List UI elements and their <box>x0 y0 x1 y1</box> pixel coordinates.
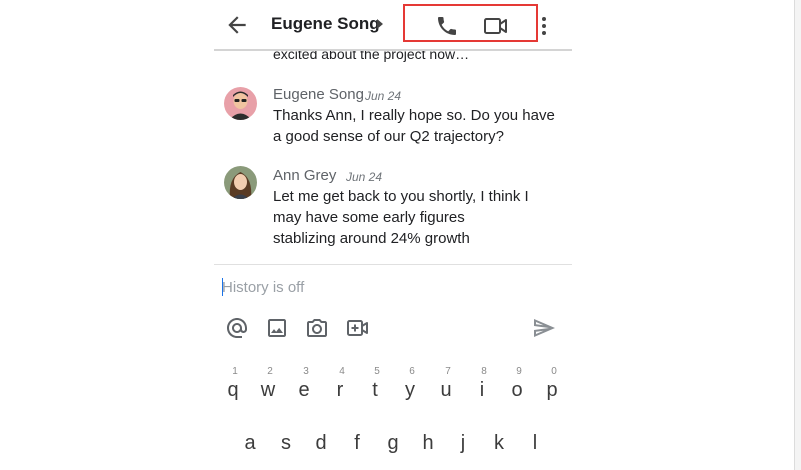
keyboard-key[interactable]: d <box>306 432 336 455</box>
avatar-ann[interactable] <box>224 166 257 199</box>
message-date: Jun 24 <box>346 170 383 184</box>
keyboard-key[interactable]: h <box>413 432 443 455</box>
key-number-hint: 8 <box>481 366 487 377</box>
keyboard-key[interactable]: i <box>467 379 497 402</box>
key-letter: k <box>494 432 504 454</box>
more-options-button[interactable] <box>538 13 550 39</box>
keyboard-key[interactable]: g <box>378 432 408 455</box>
message-sender: Eugene Song <box>273 86 364 103</box>
mention-button[interactable] <box>225 316 249 340</box>
key-letter: a <box>244 432 256 454</box>
keyboard-key[interactable]: k <box>484 432 514 455</box>
call-actions-highlight <box>403 4 538 42</box>
key-letter: r <box>336 379 344 401</box>
key-number-hint: 7 <box>445 366 451 377</box>
key-number-hint: 6 <box>409 366 415 377</box>
key-letter: e <box>298 379 310 401</box>
phone-icon <box>438 17 456 35</box>
send-icon <box>534 319 555 337</box>
key-letter: g <box>387 432 399 454</box>
keyboard-key[interactable]: u <box>431 379 461 402</box>
camera-button[interactable] <box>305 316 329 340</box>
at-mention-icon <box>227 318 247 338</box>
camera-icon <box>307 319 327 337</box>
keyboard-key[interactable]: p <box>537 379 567 402</box>
keyboard-key[interactable]: y <box>395 379 425 402</box>
header-divider <box>214 49 572 51</box>
key-letter: u <box>440 379 452 401</box>
key-letter: t <box>372 379 378 401</box>
caret-right-icon[interactable] <box>377 19 383 29</box>
keyboard-key[interactable]: l <box>520 432 550 455</box>
keyboard-key[interactable]: f <box>342 432 372 455</box>
key-letter: f <box>354 432 360 454</box>
image-button[interactable] <box>265 316 289 340</box>
key-number-hint: 4 <box>339 366 345 377</box>
key-letter: h <box>422 432 434 454</box>
keyboard-key[interactable]: o <box>502 379 532 402</box>
key-letter: q <box>227 379 239 401</box>
key-number-hint: 0 <box>551 366 557 377</box>
contact-name[interactable]: Eugene Song <box>271 14 380 34</box>
key-letter: y <box>405 379 415 401</box>
key-letter: l <box>532 432 538 454</box>
message-date: Jun 24 <box>365 89 402 103</box>
keyboard-key[interactable]: q <box>218 379 248 402</box>
image-icon <box>268 319 286 337</box>
video-camera-icon <box>484 18 507 34</box>
message-text-line: Let me get back to you shortly, I think … <box>273 188 529 205</box>
message-text-line: stablizing around 24% growth <box>273 230 470 247</box>
send-button[interactable] <box>532 316 556 340</box>
key-number-hint: 9 <box>516 366 522 377</box>
key-number-hint: 2 <box>267 366 273 377</box>
compose-divider <box>214 264 572 265</box>
key-number-hint: 3 <box>303 366 309 377</box>
key-number-hint: 5 <box>374 366 380 377</box>
keyboard-key[interactable]: j <box>448 432 478 455</box>
keyboard-key[interactable]: a <box>235 432 265 455</box>
message-text-line: Thanks Ann, I really hope so. Do you hav… <box>273 107 555 124</box>
message-sender: Ann Grey <box>273 167 337 184</box>
keyboard-key[interactable]: t <box>360 379 390 402</box>
back-button[interactable] <box>224 12 250 38</box>
key-letter: s <box>281 432 291 454</box>
video-call-button[interactable] <box>483 14 509 38</box>
key-letter: w <box>260 379 276 401</box>
add-video-button[interactable] <box>346 316 370 340</box>
message-input[interactable] <box>222 276 552 298</box>
key-letter: i <box>479 379 485 401</box>
voice-call-button[interactable] <box>435 14 459 38</box>
keyboard-key[interactable]: w <box>253 379 283 402</box>
key-letter: o <box>511 379 523 401</box>
message-text-line: a good sense of our Q2 trajectory? <box>273 128 504 145</box>
key-number-hint: 1 <box>232 366 238 377</box>
key-letter: j <box>460 432 466 454</box>
avatar-eugene[interactable] <box>224 87 257 120</box>
more-vert-icon <box>542 17 546 35</box>
keyboard-key[interactable]: r <box>325 379 355 402</box>
keyboard-key[interactable]: e <box>289 379 319 402</box>
key-letter: p <box>546 379 558 401</box>
message-text-line: may have some early figures <box>273 209 465 226</box>
key-letter: d <box>315 432 327 454</box>
scroll-gutter <box>795 0 801 470</box>
add-video-icon <box>347 320 368 336</box>
arrow-back-icon <box>228 16 246 34</box>
text-cursor <box>222 278 223 296</box>
keyboard-key[interactable]: s <box>271 432 301 455</box>
